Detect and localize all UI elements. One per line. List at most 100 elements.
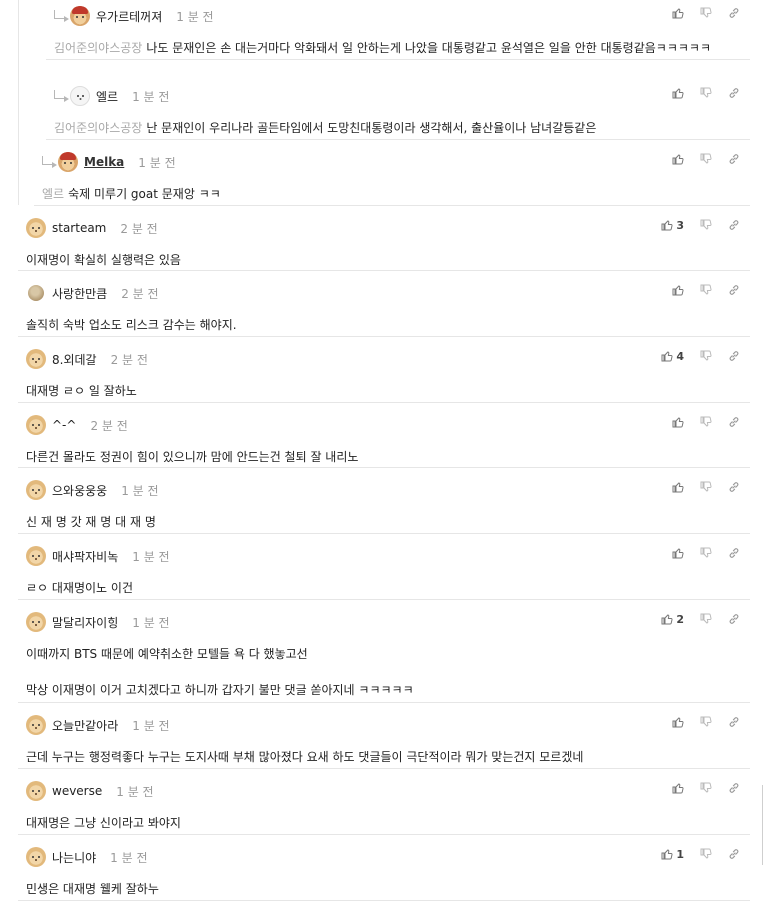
comment-author[interactable]: 오늘만같아라 xyxy=(52,717,118,734)
like-button[interactable] xyxy=(672,416,684,428)
comment-author[interactable]: 매샤팍자비녹 xyxy=(52,548,118,565)
comment-time: 1 분 전 xyxy=(176,9,214,24)
share-link-button[interactable] xyxy=(728,848,740,860)
comment: ^-^ 2 분 전다른건 몰라도 정권이 힘이 있으니까 맘에 안드는건 철퇴 잘… xyxy=(18,402,750,468)
share-link-button[interactable] xyxy=(728,547,740,559)
comment-time: 1 분 전 xyxy=(138,155,176,170)
mention-tag[interactable]: 엘르 xyxy=(42,187,64,201)
mention-tag[interactable]: 김어준의야스공장 xyxy=(54,121,142,135)
comment-author[interactable]: starteam xyxy=(52,221,106,235)
thumbs-up-icon xyxy=(661,350,673,362)
dog-avatar[interactable] xyxy=(26,480,46,500)
like-button[interactable] xyxy=(672,481,684,493)
share-link-button[interactable] xyxy=(728,481,740,493)
dislike-button[interactable] xyxy=(700,848,712,860)
comment-time: 2 분 전 xyxy=(120,221,158,236)
comment: 으와웅웅웅 1 분 전신 재 명 갓 재 명 대 재 명 xyxy=(18,467,750,534)
share-link-button[interactable] xyxy=(728,716,740,728)
dog-avatar[interactable] xyxy=(26,415,46,435)
comment-header: starteam 2 분 전 xyxy=(26,218,158,238)
dog-avatar[interactable] xyxy=(26,715,46,735)
dog-avatar[interactable] xyxy=(26,546,46,566)
cap-dog-avatar[interactable] xyxy=(58,152,78,172)
dog-avatar[interactable] xyxy=(26,847,46,867)
comment-text-line: 다른건 몰라도 정권이 힘이 있으니까 맘에 안드는건 철퇴 잘 내리노 xyxy=(26,448,738,466)
like-button[interactable]: 4 xyxy=(661,350,684,363)
dislike-button[interactable] xyxy=(700,7,712,19)
dislike-button[interactable] xyxy=(700,219,712,231)
like-count: 1 xyxy=(676,847,684,861)
comment-author[interactable]: 말달리자이힝 xyxy=(52,614,118,631)
comment-header: 8.외데갈 2 분 전 xyxy=(26,349,148,369)
comment-author[interactable]: 엘르 xyxy=(96,88,118,105)
share-link-button[interactable] xyxy=(728,219,740,231)
cap-dog-avatar[interactable] xyxy=(70,6,90,26)
thumbs-up-icon xyxy=(661,219,673,231)
like-button[interactable] xyxy=(672,547,684,559)
dislike-button[interactable] xyxy=(700,481,712,493)
dog-avatar[interactable] xyxy=(26,612,46,632)
comment-actions xyxy=(656,283,740,297)
dislike-button[interactable] xyxy=(700,87,712,99)
thread-divider xyxy=(18,0,19,205)
comment-author[interactable]: 으와웅웅웅 xyxy=(52,482,107,499)
comment-time: 1 분 전 xyxy=(132,549,170,564)
like-button[interactable]: 3 xyxy=(661,219,684,232)
comment-author[interactable]: 8.외데갈 xyxy=(52,351,97,368)
thumbs-up-icon xyxy=(672,284,684,296)
white-dog-avatar[interactable] xyxy=(70,86,90,106)
brown-avatar[interactable] xyxy=(28,285,44,301)
like-button[interactable] xyxy=(672,87,684,99)
comment-author[interactable]: 우가르테꺼져 xyxy=(96,8,162,25)
comment-author[interactable]: weverse xyxy=(52,784,102,798)
mention-tag[interactable]: 김어준의야스공장 xyxy=(54,41,142,55)
like-button[interactable]: 2 xyxy=(661,613,684,626)
link-icon xyxy=(728,848,740,860)
share-link-button[interactable] xyxy=(728,7,740,19)
dislike-button[interactable] xyxy=(700,416,712,428)
thumbs-up-icon xyxy=(672,481,684,493)
comment-text-line: 대재명은 그냥 신이라고 봐야지 xyxy=(26,814,738,832)
thumbs-down-icon xyxy=(700,153,712,165)
thumbs-up-icon xyxy=(661,613,673,625)
reply-comment: Melka 1 분 전 엘르 숙제 미루기 goat 문재앙 ㅋㅋ xyxy=(34,139,750,206)
comment-body: 다른건 몰라도 정권이 힘이 있으니까 맘에 안드는건 철퇴 잘 내리노 xyxy=(26,448,738,466)
like-button[interactable] xyxy=(672,782,684,794)
share-link-button[interactable] xyxy=(728,153,740,165)
like-button[interactable] xyxy=(672,153,684,165)
share-link-button[interactable] xyxy=(728,284,740,296)
dog-avatar[interactable] xyxy=(26,781,46,801)
like-button[interactable] xyxy=(672,7,684,19)
dislike-button[interactable] xyxy=(700,284,712,296)
dislike-button[interactable] xyxy=(700,716,712,728)
reply-arrow-icon xyxy=(42,155,57,168)
dislike-button[interactable] xyxy=(700,613,712,625)
comment-author[interactable]: 나는니야 xyxy=(52,849,96,866)
like-button[interactable] xyxy=(672,716,684,728)
comment-text: 근데 누구는 행정력좋다 누구는 도지사때 부채 많아졌다 요새 하도 댓글들이… xyxy=(26,750,584,764)
comment-time: 2 분 전 xyxy=(90,418,128,433)
dislike-button[interactable] xyxy=(700,153,712,165)
comment-actions xyxy=(656,715,740,729)
comment-author[interactable]: Melka xyxy=(84,155,124,169)
dislike-button[interactable] xyxy=(700,547,712,559)
share-link-button[interactable] xyxy=(728,87,740,99)
dog-avatar[interactable] xyxy=(26,218,46,238)
scrollbar[interactable] xyxy=(762,785,763,865)
like-button[interactable] xyxy=(672,284,684,296)
comment: 사랑한만큼 2 분 전 솔직히 숙박 업소도 리스크 감수는 해야지. xyxy=(18,270,750,337)
comment-body: 솔직히 숙박 업소도 리스크 감수는 해야지. xyxy=(26,316,738,334)
like-button[interactable]: 1 xyxy=(661,848,684,861)
link-icon xyxy=(728,547,740,559)
dislike-button[interactable] xyxy=(700,782,712,794)
thumbs-down-icon xyxy=(700,481,712,493)
comment-author[interactable]: 사랑한만큼 xyxy=(52,285,107,302)
share-link-button[interactable] xyxy=(728,782,740,794)
share-link-button[interactable] xyxy=(728,350,740,362)
share-link-button[interactable] xyxy=(728,613,740,625)
comment-author[interactable]: ^-^ xyxy=(52,418,76,432)
share-link-button[interactable] xyxy=(728,416,740,428)
dislike-button[interactable] xyxy=(700,350,712,362)
comment-text: 난 문재인이 우리나라 골든타임에서 도망친대통령이라 생각해서, 출산율이나 … xyxy=(146,121,597,135)
dog-avatar[interactable] xyxy=(26,349,46,369)
